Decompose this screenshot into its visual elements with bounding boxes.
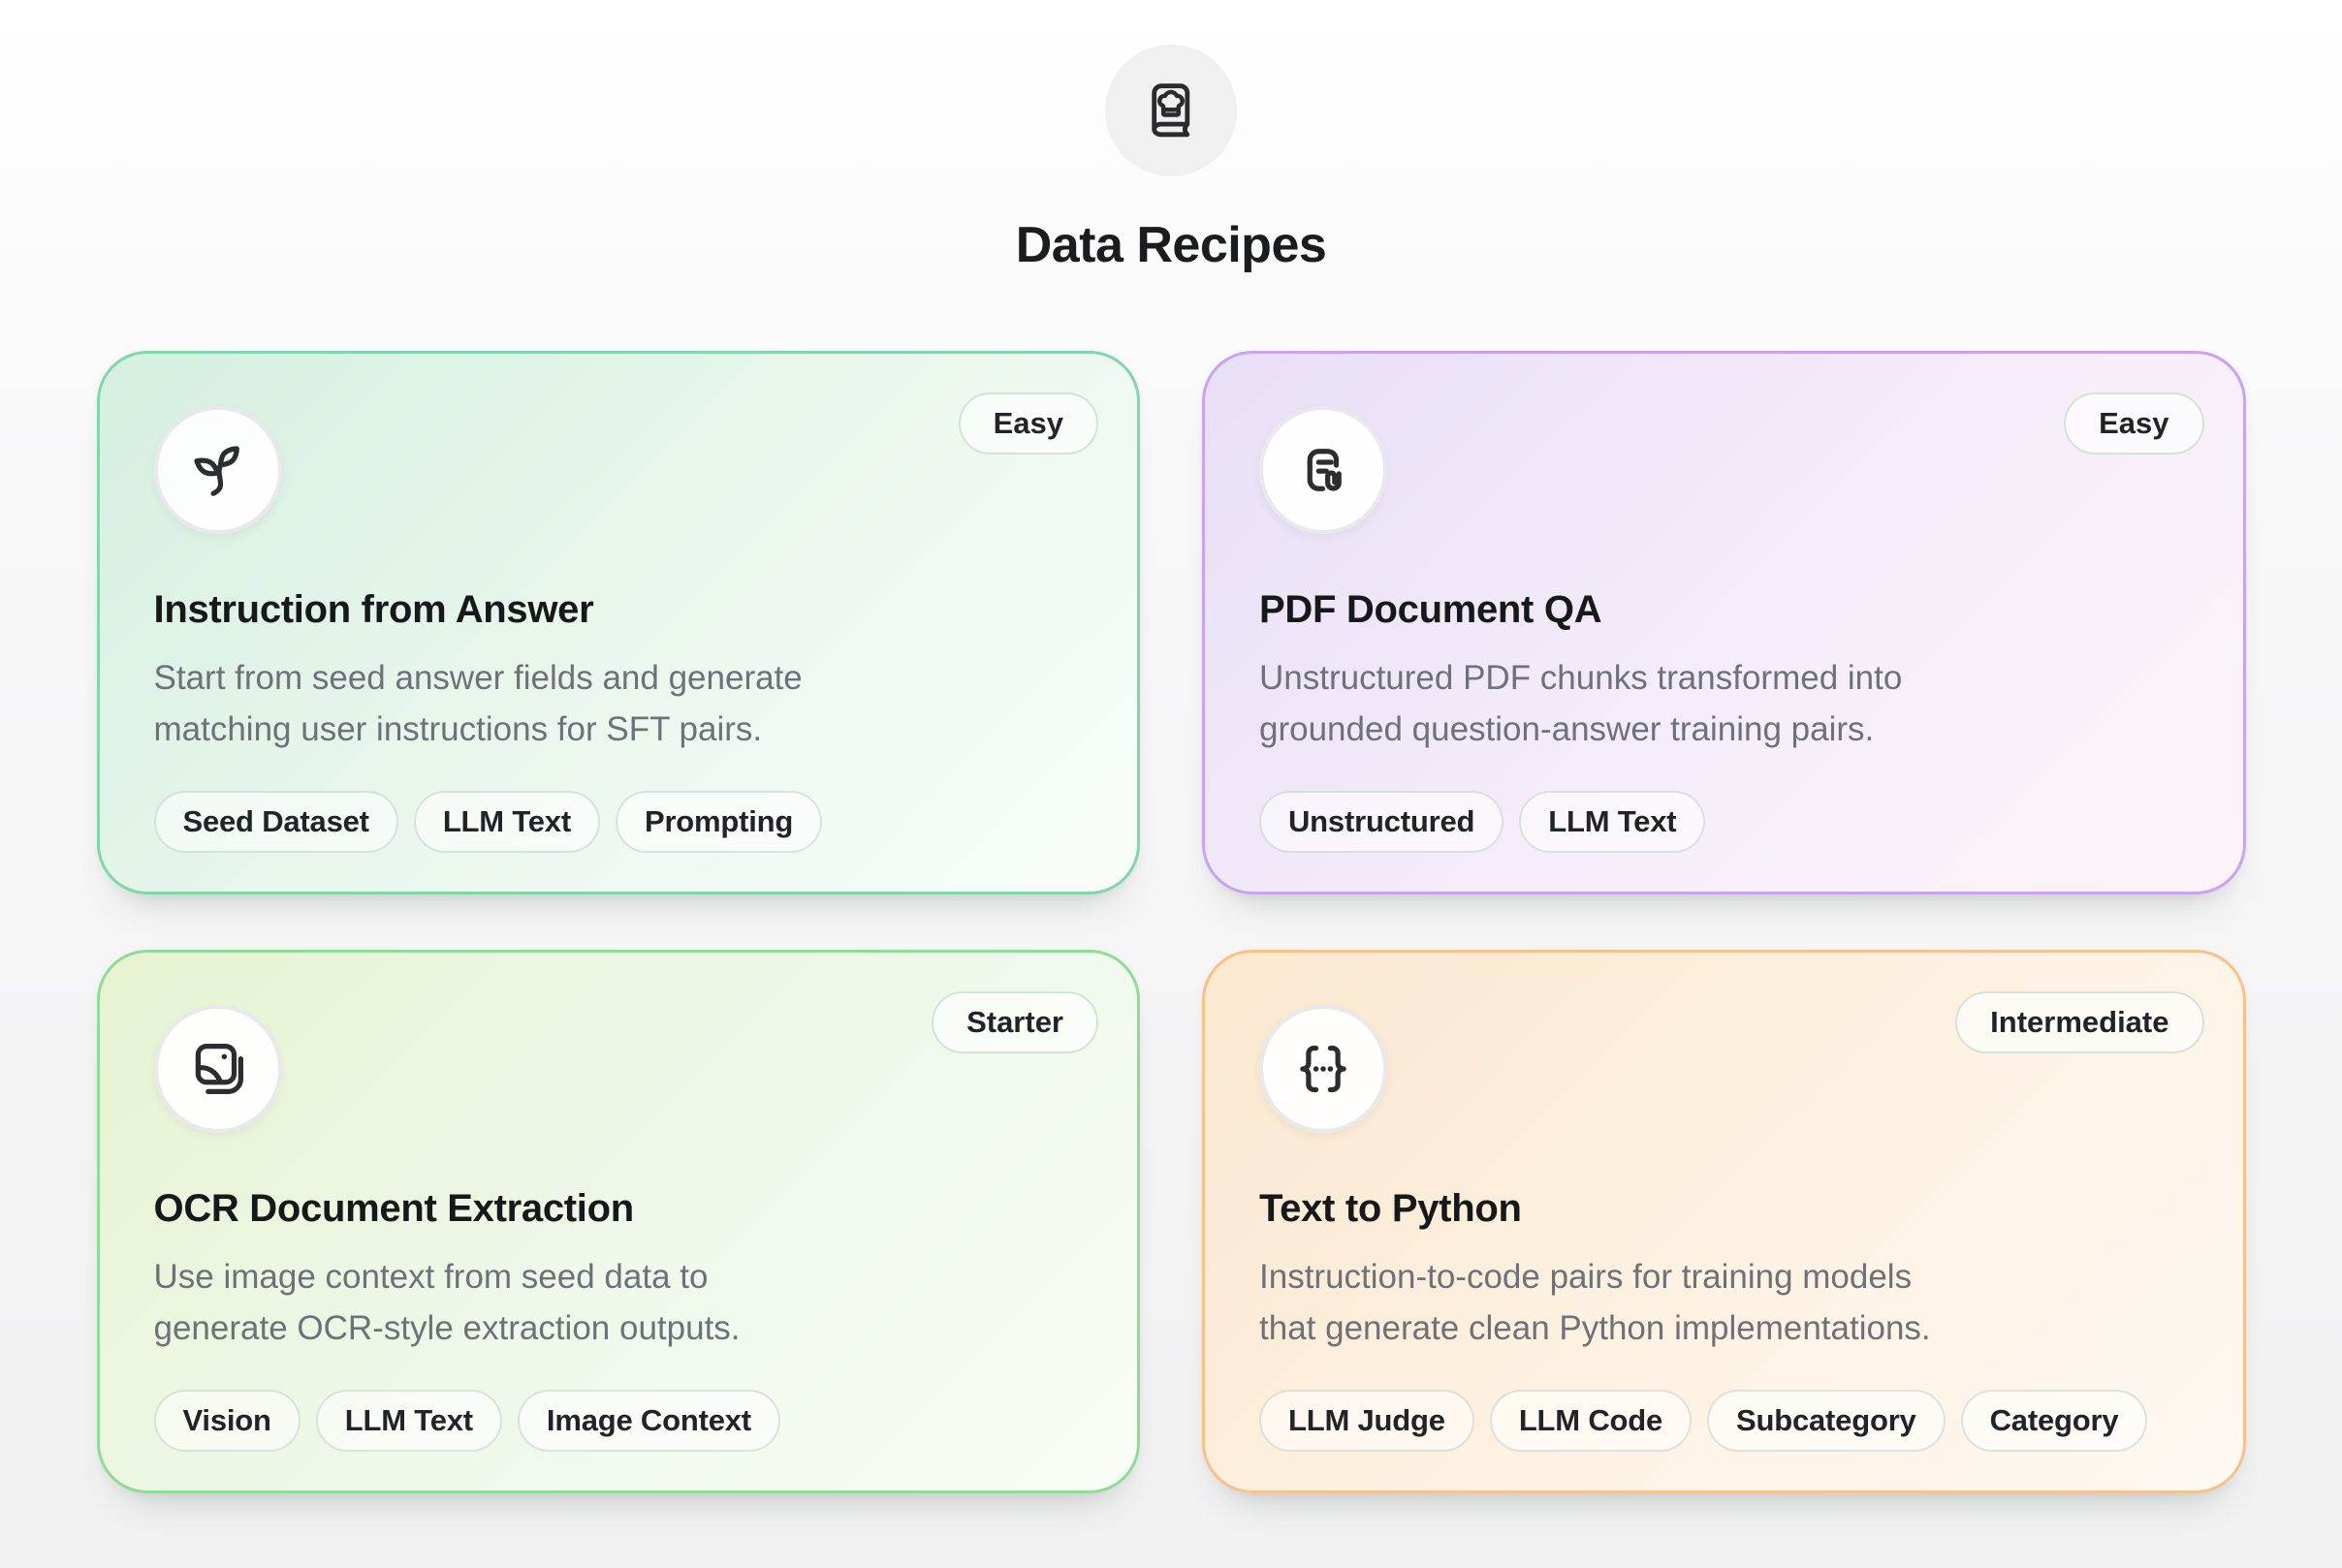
tag-pill: LLM Text (414, 791, 600, 853)
recipe-card[interactable]: Easy PDF Document QA Unstructured PDF ch… (1202, 351, 2246, 894)
card-title: Instruction from Answer (154, 586, 1084, 633)
tag-pill: LLM Text (316, 1390, 502, 1452)
card-description: Use image context from seed data to gene… (154, 1251, 1084, 1354)
images-icon (154, 1005, 282, 1133)
tag-pill: Seed Dataset (154, 791, 398, 853)
tag-list: VisionLLM Text Image Context (154, 1390, 1084, 1452)
tag-list: Seed Dataset LLM Text Prompting (154, 791, 1084, 853)
tag-pill: Subcategory (1707, 1390, 1946, 1452)
tag-pill: Prompting (616, 791, 822, 853)
card-title: OCR Document Extraction (154, 1185, 1084, 1232)
card-description: Unstructured PDF chunks transformed into… (1259, 652, 2189, 755)
card-title: Text to Python (1259, 1185, 2189, 1232)
difficulty-badge: Intermediate (1955, 991, 2203, 1053)
difficulty-badge: Easy (959, 392, 1098, 455)
difficulty-badge: Easy (2064, 392, 2203, 455)
tag-list: LLM Judge LLM CodeSubcategoryCategory (1259, 1390, 2189, 1452)
tag-list: Unstructured LLM Text (1259, 791, 2189, 853)
sprout-icon (154, 406, 282, 534)
braces-icon (1259, 1005, 1387, 1133)
tag-pill: Vision (154, 1390, 301, 1452)
recipe-card[interactable]: Starter OCR Document Extraction Use imag… (97, 950, 1141, 1493)
tag-pill: Unstructured (1259, 791, 1503, 853)
tag-pill: Category (1961, 1390, 2148, 1452)
cookbook-icon (1105, 45, 1237, 176)
page-header: Data Recipes (97, 0, 2246, 277)
card-description: Start from seed answer fields and genera… (154, 652, 1084, 755)
tag-pill: LLM Judge (1259, 1390, 1474, 1452)
recipe-card[interactable]: Intermediate Text to Python Instruction-… (1202, 950, 2246, 1493)
difficulty-badge: Starter (932, 991, 1098, 1053)
tag-pill: LLM Text (1519, 791, 1705, 853)
card-description: Instruction-to-code pairs for training m… (1259, 1251, 2189, 1354)
page-title: Data Recipes (97, 213, 2246, 277)
document-paperclip-icon (1259, 406, 1387, 534)
tag-pill: Image Context (518, 1390, 780, 1452)
card-title: PDF Document QA (1259, 586, 2189, 633)
page: Data Recipes Easy Instruction from Answe… (97, 0, 2246, 1493)
tag-pill: LLM Code (1490, 1390, 1692, 1452)
recipe-grid: Easy Instruction from Answer Start from … (97, 351, 2246, 1493)
recipe-card[interactable]: Easy Instruction from Answer Start from … (97, 351, 1141, 894)
